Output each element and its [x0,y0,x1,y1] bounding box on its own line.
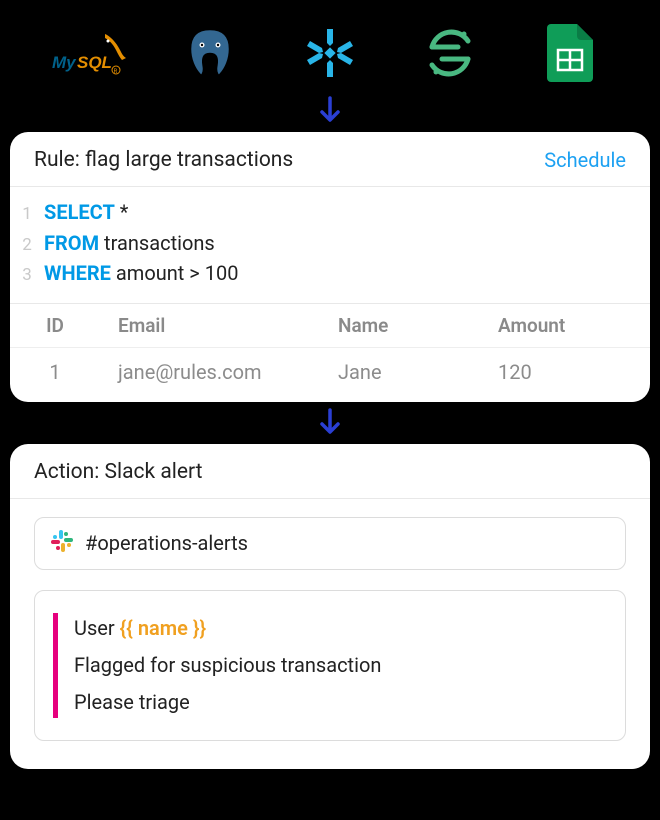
schedule-button[interactable]: Schedule [544,148,626,172]
arrow-down-icon [10,90,650,132]
slack-icon [51,530,73,557]
cell-email: jane@rules.com [100,360,320,384]
col-amount: Amount [480,314,630,337]
svg-text:R: R [114,68,118,75]
rule-title: Rule: flag large transactions [34,148,293,172]
arrow-down-icon [10,402,650,444]
sheets-logo [530,23,610,83]
data-source-logos: My SQL R [10,10,650,90]
template-variable: {{ name }} [120,616,207,640]
rule-header: Rule: flag large transactions Schedule [10,132,650,187]
cell-name: Jane [320,360,480,384]
action-header: Action: Slack alert [10,444,650,499]
results-table: ID Email Name Amount 1 jane@rules.com Ja… [10,303,650,402]
col-id: ID [10,314,100,337]
cell-id: 1 [10,360,100,384]
line-number: 3 [10,263,44,289]
message-template-input[interactable]: User {{ name }} Flagged for suspicious t… [34,590,626,741]
table-row: 1 jane@rules.com Jane 120 [10,348,650,402]
message-line: User {{ name }} [74,613,607,644]
message-line: Please triage [74,687,607,718]
cell-amount: 120 [480,360,630,384]
action-title: Action: Slack alert [34,460,203,484]
channel-name: #operations-alerts [85,531,248,555]
segment-logo [410,23,490,83]
slack-channel-input[interactable]: #operations-alerts [34,517,626,570]
mysql-logo: My SQL R [50,23,130,83]
svg-text:My: My [52,53,77,72]
action-card: Action: Slack alert #operations-alerts [10,444,650,769]
rule-card: Rule: flag large transactions Schedule 1… [10,132,650,402]
col-name: Name [320,314,480,337]
col-email: Email [100,314,320,337]
snowflake-logo [290,23,370,83]
line-number: 2 [10,233,44,259]
sql-editor[interactable]: 1 SELECT * 2 FROM transactions 3 WHERE a… [10,187,650,303]
message-line: Flagged for suspicious transaction [74,650,607,681]
line-number: 1 [10,202,44,228]
svg-text:SQL: SQL [77,53,112,72]
table-header: ID Email Name Amount [10,304,650,348]
postgres-logo [170,23,250,83]
